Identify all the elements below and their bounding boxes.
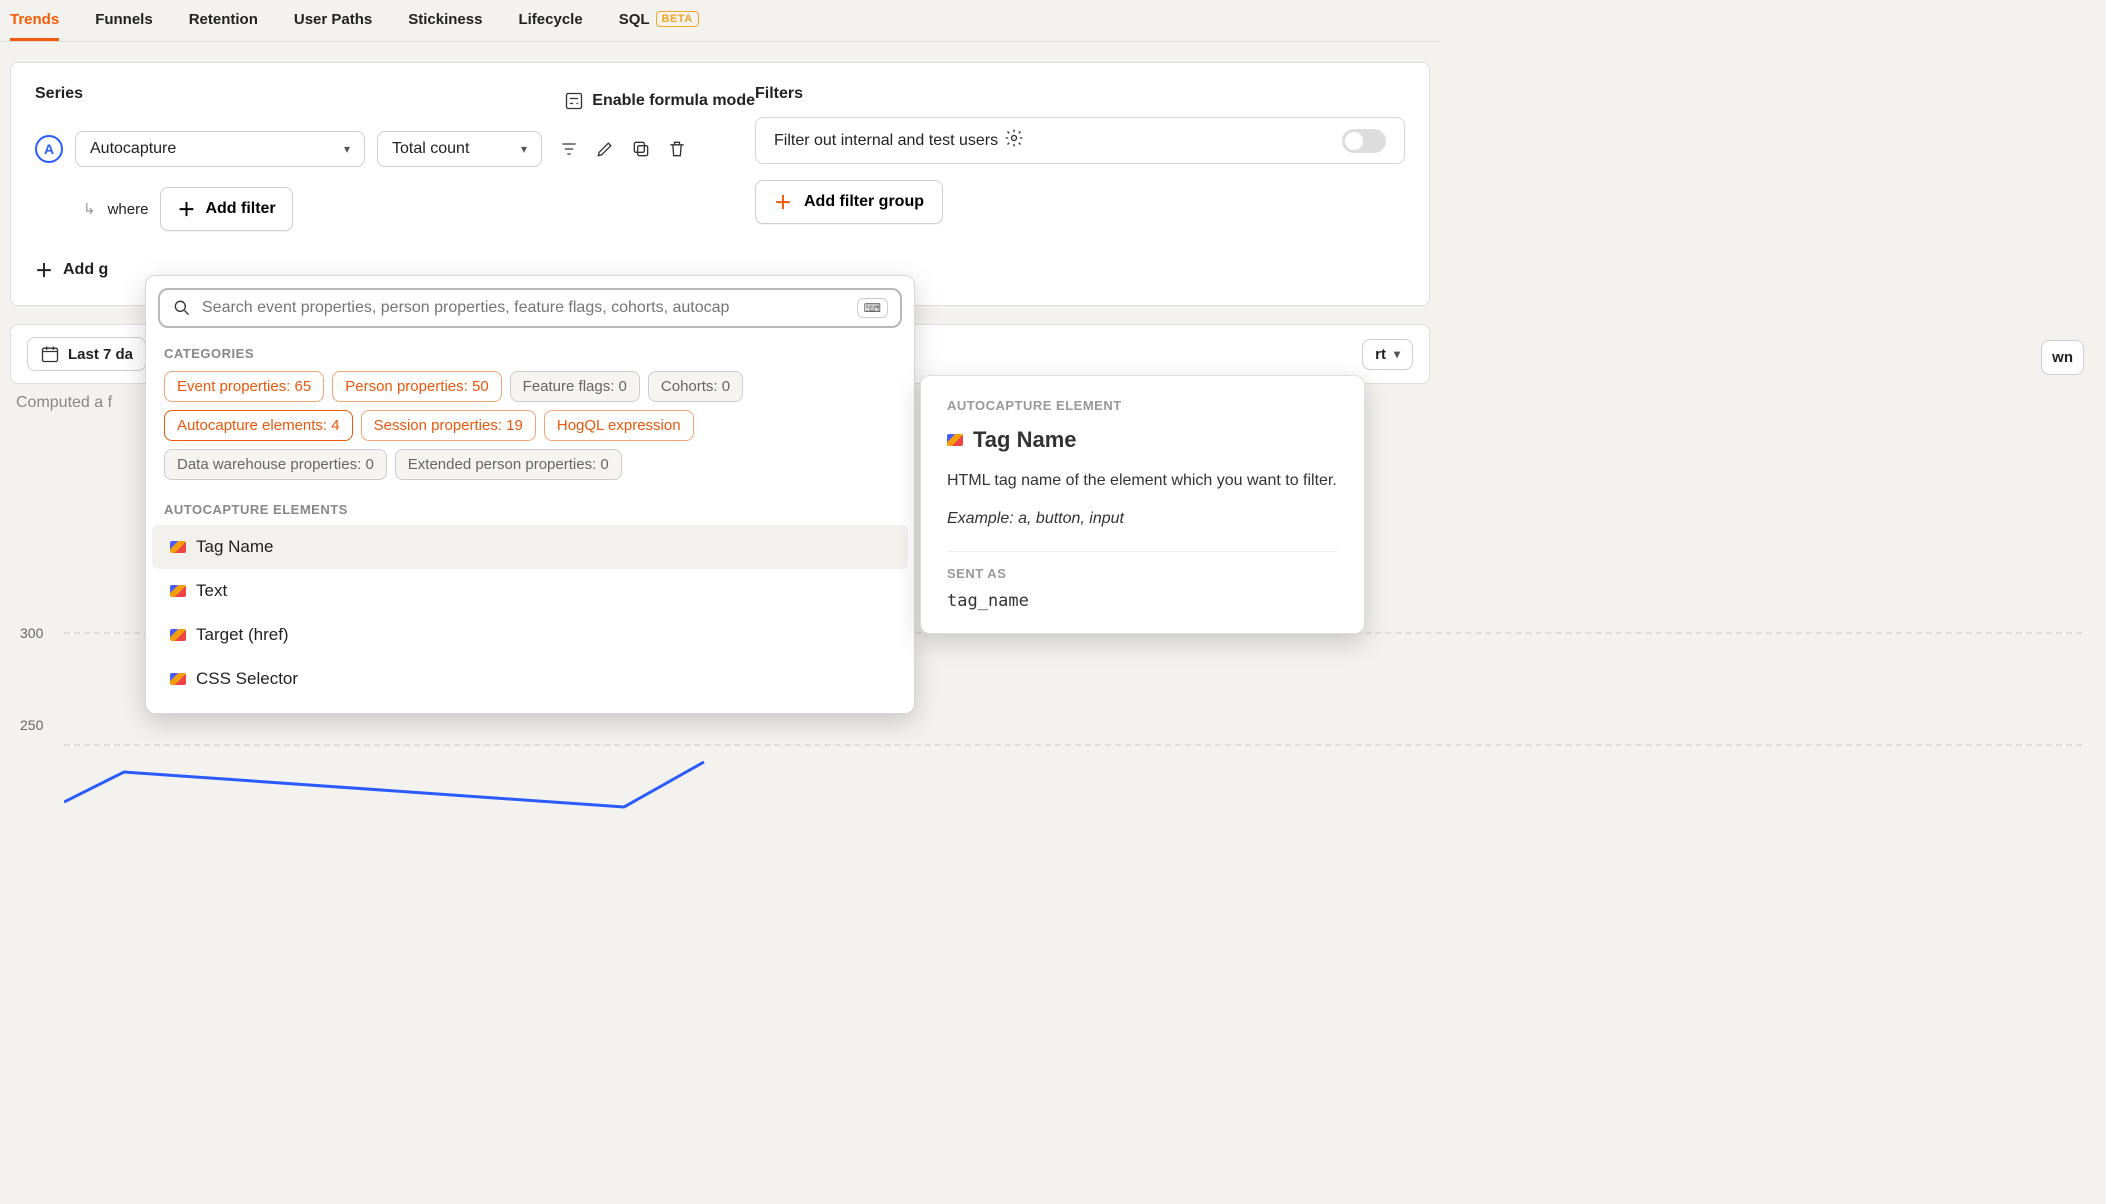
add-filter-group-label: Add filter group: [804, 193, 924, 211]
option-text[interactable]: Text: [152, 569, 908, 613]
where-label: where: [108, 201, 149, 218]
chart-type-label: rt: [1375, 346, 1386, 363]
plus-icon: ＋: [35, 257, 53, 283]
beta-badge: BETA: [656, 11, 699, 27]
series-column: Series Enable formula mode A Autocapture…: [35, 85, 755, 283]
query-builder-card: Series Enable formula mode A Autocapture…: [10, 62, 1430, 306]
where-arrow-icon: ↳: [83, 200, 96, 218]
property-info-tooltip: AUTOCAPTURE ELEMENT Tag Name HTML tag na…: [920, 375, 1365, 634]
event-select[interactable]: Autocapture ▾: [75, 131, 365, 167]
autocapture-icon: [170, 673, 186, 685]
filter-internal-users-card: Filter out internal and test users: [755, 117, 1405, 164]
series-title: Series: [35, 85, 83, 103]
category-chips: Event properties: 65 Person properties: …: [158, 371, 902, 480]
add-filter-label: Add filter: [205, 200, 275, 218]
categories-heading: CATEGORIES: [164, 346, 896, 361]
enable-formula-mode[interactable]: Enable formula mode: [564, 91, 755, 111]
chip-session-properties[interactable]: Session properties: 19: [361, 410, 536, 441]
where-row: ↳ where ＋ Add filter: [83, 187, 755, 231]
option-label: Tag Name: [196, 537, 273, 557]
formula-icon: [564, 91, 584, 111]
autocapture-icon: [947, 434, 963, 446]
tooltip-title-row: Tag Name: [947, 427, 1338, 453]
chart-type-select-peek[interactable]: rt ▾: [1362, 339, 1413, 370]
insight-tabs: Trends Funnels Retention User Paths Stic…: [0, 0, 1440, 42]
autocapture-icon: [170, 541, 186, 553]
tooltip-eyebrow: AUTOCAPTURE ELEMENT: [947, 398, 1338, 413]
aggregation-select[interactable]: Total count ▾: [377, 131, 542, 167]
chip-autocapture-elements[interactable]: Autocapture elements: 4: [164, 410, 353, 441]
filter-icon[interactable]: [558, 138, 580, 160]
tooltip-title: Tag Name: [973, 427, 1077, 453]
chevron-down-icon: ▾: [1394, 347, 1400, 361]
chip-hogql-expression[interactable]: HogQL expression: [544, 410, 694, 441]
gear-icon[interactable]: [1004, 128, 1024, 153]
tab-trends[interactable]: Trends: [10, 1, 59, 41]
breakdown-peek-label: wn: [2052, 349, 2073, 366]
tab-stickiness[interactable]: Stickiness: [408, 1, 482, 41]
property-filter-popover: ⌨ CATEGORIES Event properties: 65 Person…: [145, 275, 915, 714]
option-css-selector[interactable]: CSS Selector: [152, 657, 908, 701]
formula-label: Enable formula mode: [592, 92, 755, 110]
autocapture-options-list: Tag Name Text Target (href) CSS Selector: [152, 525, 908, 701]
chip-feature-flags[interactable]: Feature flags: 0: [510, 371, 640, 402]
tooltip-example: Example: a, button, input: [947, 507, 1338, 531]
y-tick: 250: [20, 717, 43, 733]
add-filter-button[interactable]: ＋ Add filter: [160, 187, 292, 231]
plus-icon: ＋: [774, 189, 792, 215]
calendar-icon: [40, 344, 60, 364]
chevron-down-icon: ▾: [521, 142, 527, 156]
date-range-label: Last 7 da: [68, 346, 133, 363]
y-tick: 300: [20, 625, 43, 641]
sent-as-value: tag_name: [947, 591, 1338, 611]
option-label: CSS Selector: [196, 669, 298, 689]
sent-as-heading: SENT AS: [947, 566, 1338, 581]
autocapture-icon: [170, 629, 186, 641]
edit-icon[interactable]: [594, 138, 616, 160]
series-actions: [558, 138, 688, 160]
date-range-select[interactable]: Last 7 da: [27, 337, 146, 371]
aggregation-label: Total count: [392, 140, 469, 158]
autocapture-icon: [170, 585, 186, 597]
filters-title: Filters: [755, 85, 1405, 103]
event-select-label: Autocapture: [90, 140, 176, 158]
option-label: Text: [196, 581, 227, 601]
plus-icon: ＋: [177, 196, 195, 222]
chip-event-properties[interactable]: Event properties: 65: [164, 371, 324, 402]
tab-funnels[interactable]: Funnels: [95, 1, 153, 41]
series-badge: A: [35, 135, 63, 163]
chip-extended-person-properties[interactable]: Extended person properties: 0: [395, 449, 622, 480]
delete-icon[interactable]: [666, 138, 688, 160]
tab-user-paths[interactable]: User Paths: [294, 1, 372, 41]
option-target-href[interactable]: Target (href): [152, 613, 908, 657]
breakdown-select-peek[interactable]: wn: [2041, 340, 2084, 375]
copy-icon[interactable]: [630, 138, 652, 160]
option-tag-name[interactable]: Tag Name: [152, 525, 908, 569]
add-filter-group-button[interactable]: ＋ Add filter group: [755, 180, 943, 224]
search-icon: [172, 298, 192, 318]
add-graph-label: Add g: [63, 261, 108, 279]
tab-sql[interactable]: SQL BETA: [619, 1, 699, 41]
keyboard-icon: ⌨: [857, 298, 888, 318]
tooltip-description: HTML tag name of the element which you w…: [947, 469, 1338, 493]
internal-users-toggle[interactable]: [1342, 129, 1386, 153]
autocapture-section-heading: AUTOCAPTURE ELEMENTS: [164, 502, 896, 517]
filter-internal-label: Filter out internal and test users: [774, 132, 998, 150]
search-input[interactable]: [202, 299, 847, 317]
chip-cohorts[interactable]: Cohorts: 0: [648, 371, 743, 402]
property-search[interactable]: ⌨: [158, 288, 902, 328]
chevron-down-icon: ▾: [344, 142, 350, 156]
option-label: Target (href): [196, 625, 289, 645]
tab-sql-label: SQL: [619, 11, 650, 28]
series-row-a: A Autocapture ▾ Total count ▾: [35, 131, 755, 167]
chip-person-properties[interactable]: Person properties: 50: [332, 371, 501, 402]
filters-column: Filters Filter out internal and test use…: [755, 85, 1405, 283]
chart-y-axis: 300 250: [20, 625, 43, 733]
tab-retention[interactable]: Retention: [189, 1, 258, 41]
chip-data-warehouse-properties[interactable]: Data warehouse properties: 0: [164, 449, 387, 480]
tab-lifecycle[interactable]: Lifecycle: [518, 1, 582, 41]
